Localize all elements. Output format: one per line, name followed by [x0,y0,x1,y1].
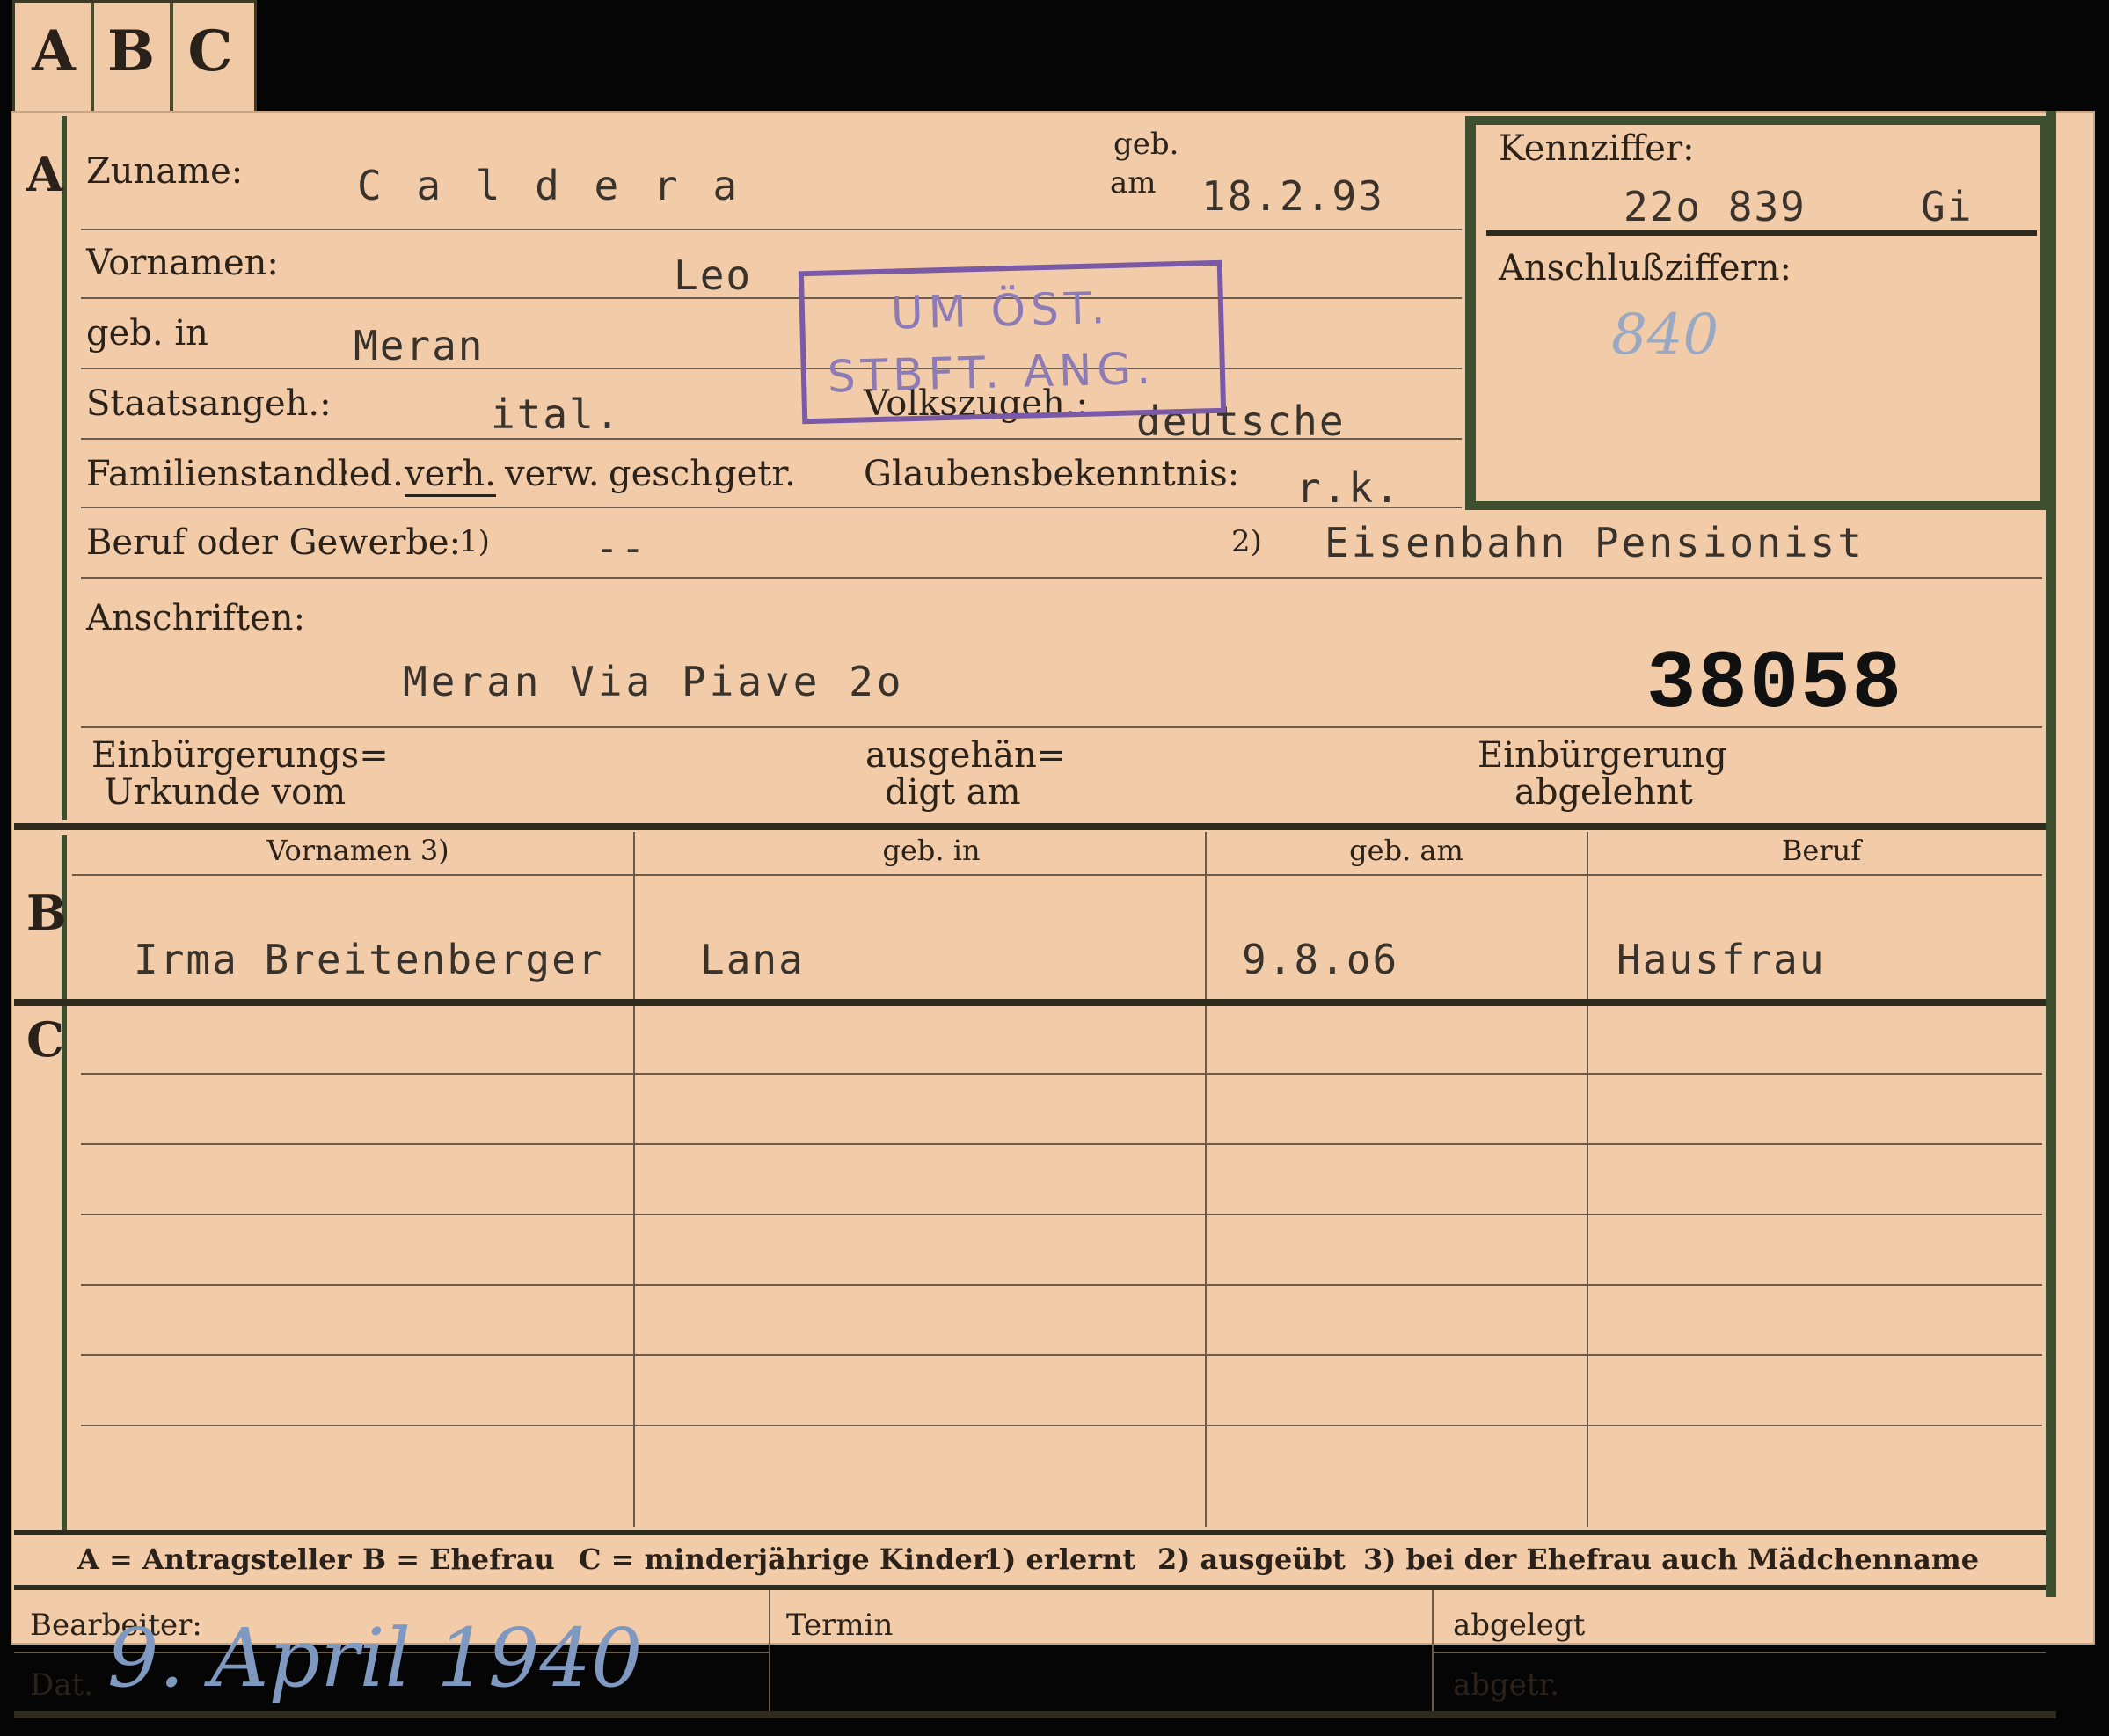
staatsangeh-label: Staatsangeh.: [86,383,332,424]
einbuergerung-urkunde-label-2: Urkunde vom [104,772,347,813]
index-tab: A B C [12,0,257,113]
legend-note-3: 3) bei der Ehefrau auch Mädchenname [1363,1543,1980,1576]
zuname-label: Zuname: [86,151,244,192]
vornamen-value: Leo [674,252,753,299]
ausgehaendigt-label-2: digt am [885,772,1021,813]
legend-a: A = Antragsteller [77,1543,352,1576]
registration-card: A B C Kennziffer: 22o 839 Gi Anschlußzif… [11,111,2095,1718]
geb-am-label-2: am [1110,165,1157,201]
einbuergerung-abgelehnt-label-1: Einbürgerung [1478,735,1727,776]
familienstand-option-ledig: led. [338,454,404,494]
anschlussziffern-label: Anschlußziffern: [1499,248,1792,288]
handwritten-date: 9. April 1940 [107,1611,643,1705]
record-number: 38058 [1646,638,1904,732]
familienstand-label: Familienstand: [86,454,350,494]
geb-am-label-1: geb. [1113,127,1179,162]
geb-am-value: 18.2.93 [1201,172,1384,220]
legend-note-2: 2) ausgeübt [1157,1543,1346,1576]
termin-label: Termin [786,1608,894,1643]
ehefrau-geb-in: Lana [700,936,805,983]
section-letter-a: A [26,146,63,202]
zuname-value: C a l d e r a [357,162,743,209]
col-header-beruf: Beruf [1781,834,1862,867]
einbuergerung-abgelehnt-label-2: abgelehnt [1514,772,1693,813]
col-header-geb-in: geb. in [882,834,981,867]
ausgehaendigt-label-1: ausgehän= [865,735,1067,776]
anschlussziffern-value: 840 [1611,303,1719,368]
stamp-line-1: UM ÖST. [890,282,1112,339]
familienstand-option-getrennt: getr. [714,454,796,494]
kennziffer-label: Kennziffer: [1499,128,1695,169]
tab-letter-c: C [187,18,233,84]
tab-letter-a: A [32,18,76,84]
kennziffer-suffix: Gi [1921,183,1974,230]
tab-letter-b: B [106,18,156,84]
kennziffer-box [1465,116,2049,510]
familienstand-option-verwitwet: verw. [505,454,600,494]
legend-note-1: 1) erlernt [983,1543,1136,1576]
col-header-geb-am: geb. am [1349,834,1463,867]
datum-label: Dat. [30,1667,94,1703]
glaubensbekenntnis-value: r.k. [1296,464,1401,512]
kennziffer-value: 22o 839 [1624,183,1806,230]
anschriften-value: Meran Via Piave 2o [403,658,905,705]
anschriften-label: Anschriften: [86,598,306,638]
familienstand-option-geschieden: gesch. [609,454,724,494]
section-letter-b: B [26,885,67,941]
staatsangeh-value: ital. [491,390,622,438]
familienstand-option-verheiratet: verh. [405,454,496,497]
geb-in-label: geb. in [86,313,208,354]
stamp-line-2: STBFT. ANG. [827,342,1157,403]
vornamen-label: Vornamen: [86,243,279,283]
einbuergerung-urkunde-label-1: Einbürgerungs= [91,735,389,776]
abgetragen-label: abgetr. [1453,1667,1559,1703]
beruf-label: Beruf oder Gewerbe: [86,522,462,563]
beruf-value-erlernt: -- [595,524,647,572]
abgelegt-label: abgelegt [1453,1608,1586,1643]
beruf-footnote-1: 1) [459,524,490,559]
ehefrau-vornamen: Irma Breitenberger [134,936,604,983]
glaubensbekenntnis-label: Glaubensbekenntnis: [864,454,1240,494]
section-letter-c: C [26,1011,64,1068]
legend-b: B = Ehefrau [362,1543,555,1576]
purple-stamp: UM ÖST. STBFT. ANG. [798,259,1227,425]
ehefrau-beruf: Hausfrau [1616,936,1826,983]
geb-in-value: Meran [354,322,485,369]
beruf-value-ausgeuebt: Eisenbahn Pensionist [1325,519,1865,566]
beruf-footnote-2: 2) [1231,524,1262,559]
ehefrau-geb-am: 9.8.o6 [1242,936,1399,983]
col-header-vornamen: Vornamen 3) [266,834,449,867]
legend-c: C = minderjährige Kinder [579,1543,988,1576]
